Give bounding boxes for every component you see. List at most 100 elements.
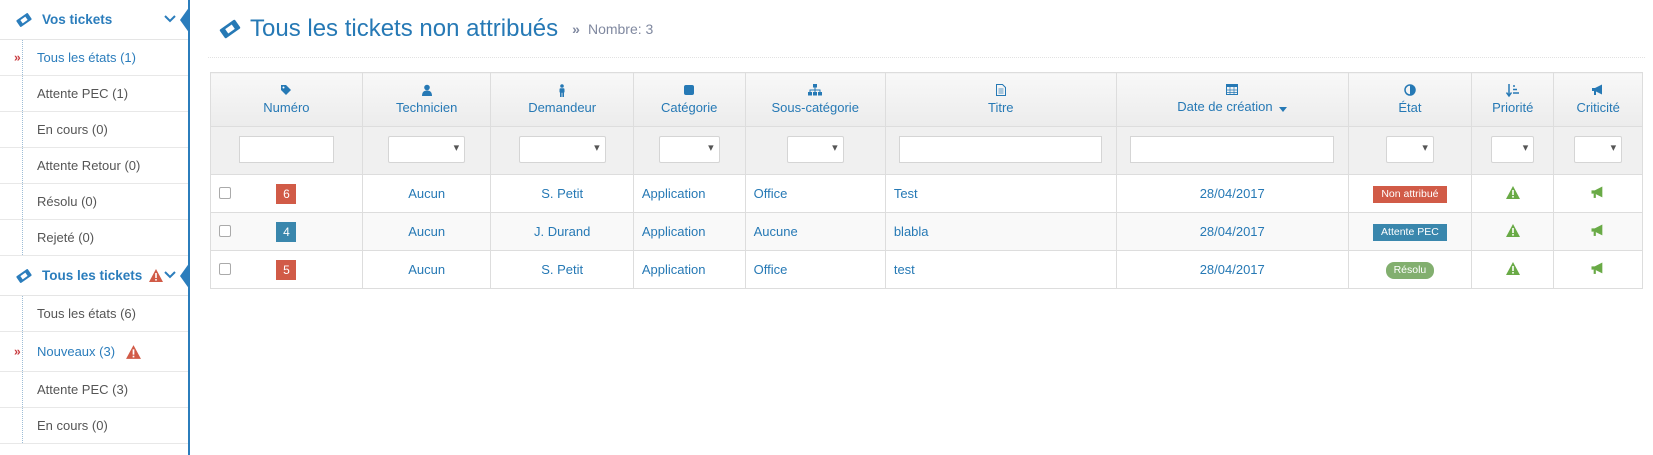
cell-titre[interactable]: Test [884, 174, 1117, 213]
filter-demandeur-select[interactable] [518, 135, 606, 163]
chevron-down-icon[interactable] [164, 268, 176, 283]
filter-cell [884, 126, 1117, 175]
bullhorn-icon [1590, 262, 1606, 278]
cell-date[interactable]: 28/04/2017 [1115, 174, 1349, 213]
sidebar-item-attente-pec[interactable]: Attente PEC (1) [0, 76, 188, 112]
cell-date[interactable]: 28/04/2017 [1115, 212, 1349, 251]
cell-demandeur[interactable]: S. Petit [490, 250, 634, 289]
ticket-number-badge[interactable]: 6 [276, 183, 297, 204]
column-header-label: Priorité [1492, 100, 1534, 115]
cell-souscategorie[interactable]: Office [744, 250, 886, 289]
sidebar-item-tous-etats-all[interactable]: Tous les états (6) [0, 296, 188, 332]
filter-technicien-select[interactable] [388, 135, 466, 163]
sidebar-item-label: En cours (0) [37, 418, 108, 433]
cell-categorie[interactable]: Application [632, 174, 746, 213]
filter-cell [744, 126, 886, 175]
status-badge: Attente PEC [1373, 223, 1447, 241]
cell-technicien[interactable]: Aucun [361, 250, 492, 289]
cell-categorie[interactable]: Application [632, 212, 746, 251]
sidebar-item-label: Tous les états (6) [37, 306, 136, 321]
filter-cell [361, 126, 492, 175]
sidebar-item-label: Tous les états (1) [37, 50, 136, 65]
filter-etat-select[interactable] [1385, 135, 1434, 163]
table-row[interactable]: 6 Aucun S. Petit Application Office Test… [210, 174, 1643, 213]
tickets-table: Numéro Technicien Demandeur Catégorie So… [210, 72, 1643, 289]
sidebar-item-attente-retour[interactable]: Attente Retour (0) [0, 148, 188, 184]
table-row[interactable]: 5 Aucun S. Petit Application Office test… [210, 250, 1643, 289]
sidebar-section-vos-tickets[interactable]: Vos tickets [0, 0, 190, 40]
ticket-count: Nombre: 3 [587, 20, 654, 37]
column-header-date[interactable]: Date de création [1115, 72, 1349, 127]
column-header-label: Criticité [1576, 100, 1620, 115]
cell-categorie[interactable]: Application [632, 250, 746, 289]
ticket-icon [14, 10, 34, 30]
cell-criticite [1553, 212, 1643, 251]
row-checkbox[interactable] [219, 225, 231, 237]
column-header-label: Numéro [263, 100, 310, 115]
sidebar-item-rejete[interactable]: Rejeté (0) [0, 220, 188, 256]
cell-technicien[interactable]: Aucun [361, 212, 492, 251]
column-header-titre[interactable]: Titre [884, 72, 1117, 127]
bullhorn-icon [1590, 186, 1606, 202]
row-checkbox[interactable] [219, 263, 231, 275]
filter-numero-input[interactable] [238, 135, 334, 163]
cell-priorite [1471, 212, 1555, 251]
sidebar-item-resolu[interactable]: Résolu (0) [0, 184, 188, 220]
cell-demandeur[interactable]: S. Petit [490, 174, 634, 213]
cell-souscategorie[interactable]: Office [744, 174, 886, 213]
cell-criticite [1553, 250, 1643, 289]
chevron-down-icon[interactable] [164, 12, 176, 27]
filter-titre-input[interactable] [899, 135, 1103, 163]
sidebar: Vos tickets » Tous les états (1) Attente… [0, 0, 190, 455]
cell-souscategorie[interactable]: Aucune [744, 212, 886, 251]
sidebar-section-tous-tickets[interactable]: Tous les tickets [0, 256, 190, 296]
filter-cell [1115, 126, 1349, 175]
column-header-priorite[interactable]: Priorité [1471, 72, 1555, 127]
cell-demandeur[interactable]: J. Durand [490, 212, 634, 251]
sidebar-item-tous-etats[interactable]: » Tous les états (1) [0, 40, 188, 76]
column-header-numero[interactable]: Numéro [210, 72, 363, 127]
sidebar-item-nouveaux[interactable]: » Nouveaux (3) [0, 332, 188, 372]
column-header-souscategorie[interactable]: Sous-catégorie [744, 72, 886, 127]
column-header-demandeur[interactable]: Demandeur [490, 72, 634, 127]
ticket-number-badge[interactable]: 5 [276, 259, 297, 280]
cell-titre[interactable]: test [884, 250, 1117, 289]
filter-date-input[interactable] [1130, 135, 1335, 163]
sidebar-item-en-cours-all[interactable]: En cours (0) [0, 408, 188, 444]
status-badge: Résolu [1385, 261, 1435, 279]
cell-criticite [1553, 174, 1643, 213]
filter-cell [490, 126, 634, 175]
cell-titre[interactable]: blabla [884, 212, 1117, 251]
column-header-etat[interactable]: État [1347, 72, 1473, 127]
filter-cell [210, 126, 363, 175]
sidebar-item-label: Résolu (0) [37, 194, 97, 209]
ticket-number-badge[interactable]: 4 [276, 221, 297, 242]
sidebar-item-label: Attente PEC (3) [37, 382, 129, 397]
cell-etat: Non attribué [1347, 174, 1473, 213]
cell-numero: 6 [210, 174, 363, 213]
cell-date[interactable]: 28/04/2017 [1115, 250, 1349, 289]
filter-souscategorie-select[interactable] [786, 135, 844, 163]
sidebar-item-en-cours[interactable]: En cours (0) [0, 112, 188, 148]
sidebar-item-label: Nouveaux (3) [37, 344, 116, 359]
tag-icon [211, 84, 362, 98]
column-header-categorie[interactable]: Catégorie [632, 72, 746, 127]
cell-numero: 5 [210, 250, 363, 289]
filter-cell [632, 126, 746, 175]
ticket-icon [218, 17, 242, 41]
cell-technicien[interactable]: Aucun [361, 174, 492, 213]
table-row[interactable]: 4 Aucun J. Durand Application Aucune bla… [210, 212, 1643, 251]
file-text-icon [886, 84, 1116, 98]
filter-priorite-select[interactable] [1491, 135, 1535, 163]
column-header-label: État [1398, 100, 1422, 115]
sidebar-item-label: En cours (0) [37, 122, 108, 137]
filter-criticite-select[interactable] [1574, 135, 1623, 163]
sidebar-item-attente-pec-all[interactable]: Attente PEC (3) [0, 372, 188, 408]
filter-categorie-select[interactable] [658, 135, 720, 163]
page-header: Tous les tickets non attribués » Nombre:… [208, 0, 1645, 58]
filter-cell [1347, 126, 1473, 175]
column-header-criticite[interactable]: Criticité [1553, 72, 1643, 127]
row-checkbox[interactable] [219, 187, 231, 199]
column-header-technicien[interactable]: Technicien [361, 72, 492, 127]
filter-cell [1553, 126, 1643, 175]
